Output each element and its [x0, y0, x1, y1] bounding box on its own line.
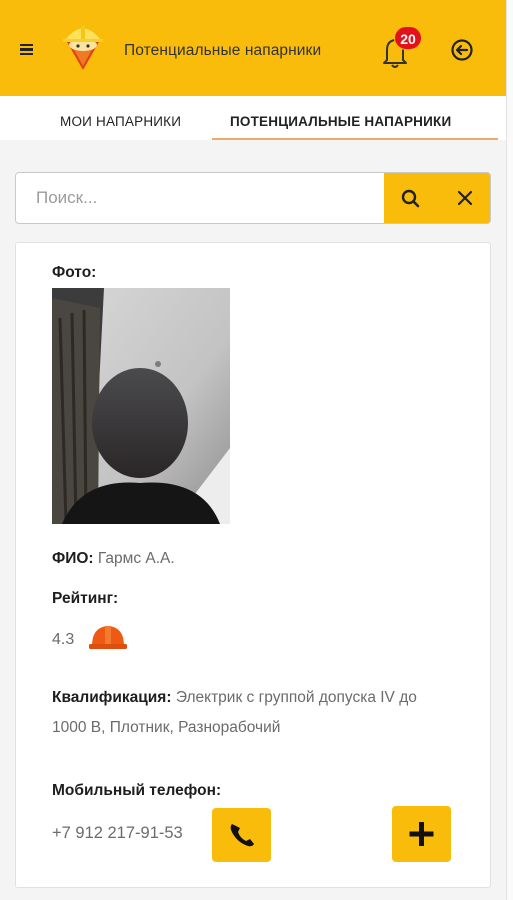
- partners-tabs: МОИ НАПАРНИКИ ПОТЕНЦИАЛЬНЫЕ НАПАРНИКИ: [0, 96, 506, 140]
- qualification-label: Квалификация:: [52, 689, 172, 706]
- notifications-button[interactable]: 20: [376, 26, 422, 72]
- notification-count-badge: 20: [394, 26, 422, 50]
- partner-photo: [52, 288, 230, 524]
- rating-value: 4.3: [52, 631, 75, 648]
- name-label: ФИО:: [52, 550, 94, 567]
- page-title: Потенциальные напарники: [124, 42, 322, 59]
- active-tab-indicator: [212, 138, 498, 140]
- phone-number: +7 912 217-91-53: [52, 824, 183, 842]
- search-input[interactable]: [16, 173, 384, 223]
- search-button[interactable]: [384, 173, 438, 223]
- clear-search-button[interactable]: [438, 173, 490, 223]
- scrollbar-track[interactable]: [506, 0, 513, 900]
- hamburger-menu-icon: [14, 44, 38, 56]
- add-partner-button[interactable]: [392, 806, 451, 862]
- name-row: ФИО: Гармс А.А.: [52, 550, 175, 568]
- search-bar: [15, 172, 491, 224]
- search-icon: [401, 189, 420, 208]
- qualification-block: Квалификация: Электрик с группой допуска…: [52, 683, 432, 743]
- plus-icon: [409, 822, 434, 846]
- phone-icon: [230, 824, 254, 847]
- tab-my-partners[interactable]: МОИ НАПАРНИКИ: [60, 114, 181, 129]
- menu-button[interactable]: [14, 40, 38, 62]
- logout-button[interactable]: [448, 36, 476, 64]
- helmet-icon: [89, 626, 127, 649]
- logout-arrow-icon: [451, 39, 473, 61]
- phone-label: Мобильный телефон:: [52, 782, 222, 799]
- rating-label: Рейтинг:: [52, 590, 119, 607]
- close-icon: [457, 190, 473, 206]
- tab-potential-partners[interactable]: ПОТЕНЦИАЛЬНЫЕ НАПАРНИКИ: [230, 114, 451, 129]
- photo-label: Фото:: [52, 264, 97, 281]
- call-button[interactable]: [212, 808, 271, 862]
- hardhat-mascot-logo: [63, 25, 103, 70]
- partner-name: Гармс А.А.: [97, 550, 175, 567]
- person-photo-image: [52, 288, 230, 524]
